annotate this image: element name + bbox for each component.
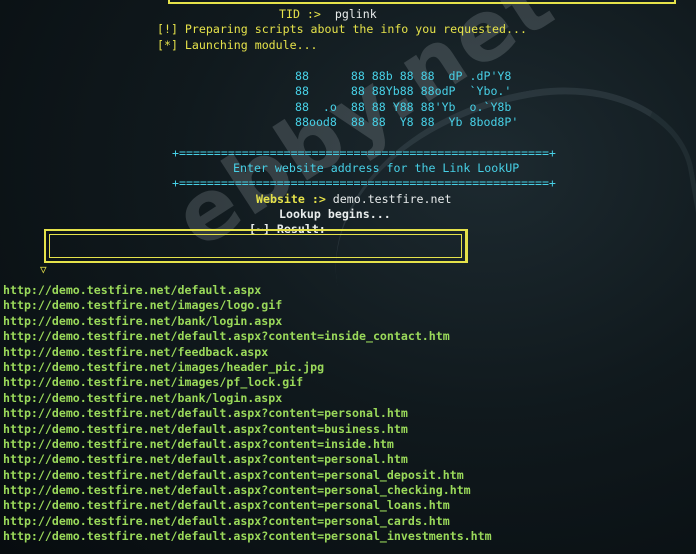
- url-item: http://demo.testfire.net/default.aspx?co…: [3, 436, 394, 451]
- website-line: Website :> demo.testfire.net: [256, 192, 451, 207]
- preparing-message: [!] Preparing scripts about the info you…: [157, 22, 527, 36]
- url-item: http://demo.testfire.net/bank/login.aspx: [3, 313, 283, 328]
- down-triangle-icon: ▽: [40, 263, 47, 276]
- url-item: http://demo.testfire.net/default.aspx?co…: [3, 483, 471, 498]
- url-item: http://demo.testfire.net/default.aspx?co…: [3, 529, 492, 544]
- url-item: http://demo.testfire.net/default.aspx?co…: [3, 329, 450, 344]
- result-box: [44, 229, 468, 263]
- url-item: http://demo.testfire.net/default.aspx?co…: [3, 513, 450, 528]
- url-item: http://demo.testfire.net/bank/login.aspx: [3, 390, 283, 405]
- url-item: http://demo.testfire.net/default.aspx?co…: [3, 467, 464, 482]
- tid-line: TID :> pglink: [279, 7, 377, 22]
- url-item: http://demo.testfire.net/default.aspx: [3, 283, 262, 297]
- url-item: http://demo.testfire.net/images/header_p…: [3, 359, 325, 374]
- banner-line: 88 88 88Yb88 88odP `Ybo.': [295, 84, 512, 99]
- url-item: http://demo.testfire.net/feedback.aspx: [3, 344, 269, 359]
- url-item: http://demo.testfire.net/images/logo.gif: [3, 298, 283, 313]
- separator-top: +=======================================…: [172, 146, 556, 160]
- banner-line: 88 .o 88 88 Y88 88'Yb o.`Y8b: [295, 99, 512, 114]
- url-item: http://demo.testfire.net/default.aspx?co…: [3, 406, 408, 421]
- url-item: http://demo.testfire.net/default.aspx?co…: [3, 452, 408, 467]
- website-value: demo.testfire.net: [332, 192, 452, 206]
- banner-line: 88 88 88b 88 88 dP .dP'Y8: [295, 69, 512, 83]
- section-heading: Enter website address for the Link LookU…: [233, 161, 520, 175]
- ascii-banner: 88 88 88b 88 88 dP .dP'Y8 88 88 88Yb88 8…: [295, 69, 518, 131]
- website-label: Website :>: [256, 192, 326, 206]
- tid-value: pglink: [334, 7, 377, 21]
- url-item: http://demo.testfire.net/default.aspx?co…: [3, 421, 408, 436]
- launching-message: [*] Launching module...: [157, 38, 318, 52]
- url-list: http://demo.testfire.net/default.aspx ht…: [3, 283, 492, 545]
- separator-bottom: +=======================================…: [172, 176, 556, 190]
- tid-label: TID :>: [279, 7, 321, 21]
- top-border-box: [168, 0, 676, 4]
- lookup-message: Lookup begins...: [279, 207, 391, 221]
- url-item: http://demo.testfire.net/images/pf_lock.…: [3, 375, 304, 390]
- url-item: http://demo.testfire.net/default.aspx?co…: [3, 498, 450, 513]
- banner-line: 88ood8 88 88 Y8 88 Yb 8bod8P': [295, 115, 519, 130]
